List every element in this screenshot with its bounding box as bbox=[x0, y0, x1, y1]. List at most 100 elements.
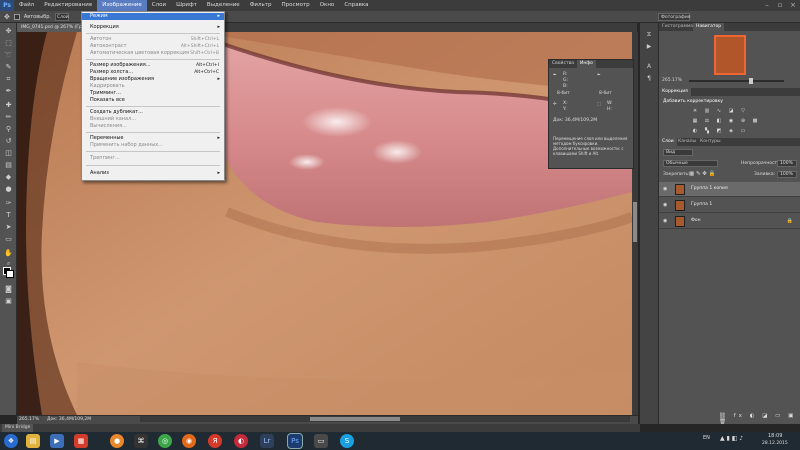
levels-icon[interactable]: ▥ bbox=[703, 108, 711, 115]
menu-help[interactable]: Справка bbox=[339, 0, 373, 11]
chrome-icon[interactable]: ◎ bbox=[158, 434, 172, 448]
curves-icon[interactable]: ∿ bbox=[715, 108, 723, 115]
zoom-level[interactable]: 265.17% bbox=[19, 417, 39, 422]
menu-item-auto-color[interactable]: Автоматическая цветовая коррекция Shift+C… bbox=[82, 50, 224, 57]
fill-input[interactable]: 100% bbox=[777, 171, 797, 178]
menu-item-canvas-size[interactable]: Размер холста... Alt+Ctrl+C bbox=[82, 69, 224, 76]
menu-item-variables[interactable]: Переменные ▸ bbox=[82, 135, 224, 142]
exposure-icon[interactable]: ◪ bbox=[727, 108, 735, 115]
horizontal-scroll-thumb[interactable] bbox=[310, 417, 400, 421]
menu-item-auto-tone[interactable]: Автотон Shift+Ctrl+L bbox=[82, 36, 224, 43]
blender-icon[interactable]: ◐ bbox=[234, 434, 248, 448]
dodge-icon[interactable]: ● bbox=[3, 185, 14, 194]
blend-mode-select[interactable]: Обычные bbox=[663, 160, 718, 167]
photo-filter-icon[interactable]: ◉ bbox=[727, 118, 735, 125]
blur-icon[interactable]: ◆ bbox=[3, 173, 14, 182]
quick-select-icon[interactable]: ✎ bbox=[3, 63, 14, 72]
firefox-icon[interactable]: ◉ bbox=[182, 434, 196, 448]
clone-stamp-icon[interactable]: ⚲ bbox=[3, 125, 14, 134]
menu-item-trim[interactable]: Тримминг... bbox=[82, 90, 224, 97]
color-lookup-icon[interactable]: ▩ bbox=[751, 118, 759, 125]
menu-item-mode[interactable]: Режим ▸ bbox=[82, 13, 224, 20]
eyedropper-icon[interactable]: ✒ bbox=[3, 87, 14, 96]
notebook-icon[interactable]: ▭ bbox=[314, 434, 328, 448]
layer-row[interactable]: ◉ Фон 🔒 bbox=[659, 214, 800, 229]
selective-color-icon[interactable]: ◈ bbox=[727, 128, 735, 135]
canvas-horizontal-scrollbar[interactable] bbox=[140, 416, 630, 422]
maximize-icon[interactable]: ▫ bbox=[775, 0, 785, 10]
quick-mask-icon[interactable]: ◙ bbox=[3, 285, 14, 294]
threshold-icon[interactable]: ◩ bbox=[715, 128, 723, 135]
clock-date[interactable]: 28.12.2015 bbox=[762, 441, 788, 446]
tray-icons[interactable]: ▲ ▮ ◧ ♪ bbox=[720, 435, 743, 442]
menu-item-duplicate[interactable]: Создать дубликат... bbox=[82, 109, 224, 116]
actions-icon[interactable]: ▶ bbox=[644, 43, 654, 51]
hue-saturation-icon[interactable]: ▦ bbox=[691, 118, 699, 125]
photoshop-taskbar-icon[interactable]: Ps bbox=[287, 433, 303, 449]
type-icon[interactable]: T bbox=[3, 211, 14, 220]
auto-select-checkbox[interactable] bbox=[13, 13, 20, 20]
navigator-zoom[interactable]: 265.17% bbox=[662, 78, 682, 83]
sandbox-icon[interactable]: ▦ bbox=[74, 434, 88, 448]
tab-navigator[interactable]: Навигатор bbox=[693, 23, 725, 31]
skype-icon[interactable]: S bbox=[340, 434, 354, 448]
visibility-eye-icon[interactable]: ◉ bbox=[663, 202, 667, 208]
menu-item-apply-data-set[interactable]: Применить набор данных... bbox=[82, 142, 224, 149]
crop-icon[interactable]: ⌗ bbox=[3, 75, 14, 84]
path-select-icon[interactable]: ➤ bbox=[3, 223, 14, 232]
history-icon[interactable]: ⧖ bbox=[644, 31, 654, 39]
opacity-input[interactable]: 100% bbox=[777, 160, 797, 167]
menu-item-trap[interactable]: Треппинг... bbox=[82, 155, 224, 162]
yandex-icon[interactable]: Я bbox=[208, 434, 222, 448]
language-indicator[interactable]: EN bbox=[703, 435, 710, 441]
menu-item-image-rotation[interactable]: Вращение изображения ▸ bbox=[82, 76, 224, 83]
brightness-icon[interactable]: ☀ bbox=[691, 108, 699, 115]
menu-item-reveal-all[interactable]: Показать все bbox=[82, 97, 224, 104]
tab-channels[interactable]: Каналы bbox=[675, 138, 699, 146]
menu-window[interactable]: Окно bbox=[315, 0, 340, 11]
tab-info[interactable]: Инфо bbox=[577, 60, 596, 68]
menu-item-auto-contrast[interactable]: Автоконтраст Alt+Shift+Ctrl+L bbox=[82, 43, 224, 50]
close-icon[interactable]: × bbox=[788, 0, 798, 10]
black-white-icon[interactable]: ◧ bbox=[715, 118, 723, 125]
visibility-eye-icon[interactable]: ◉ bbox=[663, 186, 667, 192]
auto-select-dropdown[interactable]: Слой bbox=[54, 12, 69, 21]
character-icon[interactable]: A bbox=[644, 63, 654, 71]
terminal-icon[interactable]: ⌘ bbox=[134, 434, 148, 448]
channel-mixer-icon[interactable]: ⊕ bbox=[739, 118, 747, 125]
app-orange-icon[interactable]: ● bbox=[110, 434, 124, 448]
gradient-map-icon[interactable]: ▭ bbox=[739, 128, 747, 135]
explorer-icon[interactable]: ▤ bbox=[26, 434, 40, 448]
menu-file[interactable]: Файл bbox=[14, 0, 39, 11]
tab-histogram[interactable]: Гистограмма bbox=[659, 23, 696, 31]
layer-row[interactable]: ◉ Группа 1 копия bbox=[659, 182, 800, 197]
shape-icon[interactable]: ▭ bbox=[3, 235, 14, 244]
lasso-icon[interactable]: ➰ bbox=[3, 51, 14, 60]
menu-select[interactable]: Выделение bbox=[202, 0, 245, 11]
tab-adjustments[interactable]: Коррекция bbox=[659, 88, 691, 96]
vibrance-icon[interactable]: ▽ bbox=[739, 108, 747, 115]
tab-paths[interactable]: Контуры bbox=[697, 138, 724, 146]
healing-brush-icon[interactable]: ✚ bbox=[3, 101, 14, 110]
gradient-icon[interactable]: ▤ bbox=[3, 161, 14, 170]
navigator-preview[interactable] bbox=[714, 35, 746, 75]
mini-bridge-tab[interactable]: Mini Bridge bbox=[2, 424, 34, 432]
layer-row[interactable]: ◉ Группа 1 bbox=[659, 198, 800, 213]
eraser-icon[interactable]: ◫ bbox=[3, 149, 14, 158]
media-player-icon[interactable]: ▶ bbox=[50, 434, 64, 448]
visibility-eye-icon[interactable]: ◉ bbox=[663, 218, 667, 224]
menu-item-analysis[interactable]: Анализ ▸ bbox=[82, 170, 224, 177]
menu-item-calculations[interactable]: Вычисления... bbox=[82, 123, 224, 130]
history-brush-icon[interactable]: ↺ bbox=[3, 137, 14, 146]
workspace-switcher[interactable]: Фотография bbox=[658, 12, 690, 21]
layer-kind-filter[interactable]: Вид bbox=[663, 149, 693, 156]
pen-icon[interactable]: ✑ bbox=[3, 199, 14, 208]
layer-footer-icons[interactable]: ⛓ fx ◐ ◪ ▭ ▣ 🗑 bbox=[719, 413, 800, 425]
tab-properties[interactable]: Свойства bbox=[549, 60, 577, 68]
minimize-icon[interactable]: – bbox=[762, 0, 772, 10]
menu-item-apply-image[interactable]: Внешний канал... bbox=[82, 116, 224, 123]
screen-mode-icon[interactable]: ▣ bbox=[3, 297, 14, 306]
navigator-zoom-knob[interactable] bbox=[749, 78, 753, 84]
document-tab[interactable]: IMG_0741.psd @ 267% (Гр... bbox=[17, 23, 91, 32]
menu-filter[interactable]: Фильтр bbox=[245, 0, 277, 11]
